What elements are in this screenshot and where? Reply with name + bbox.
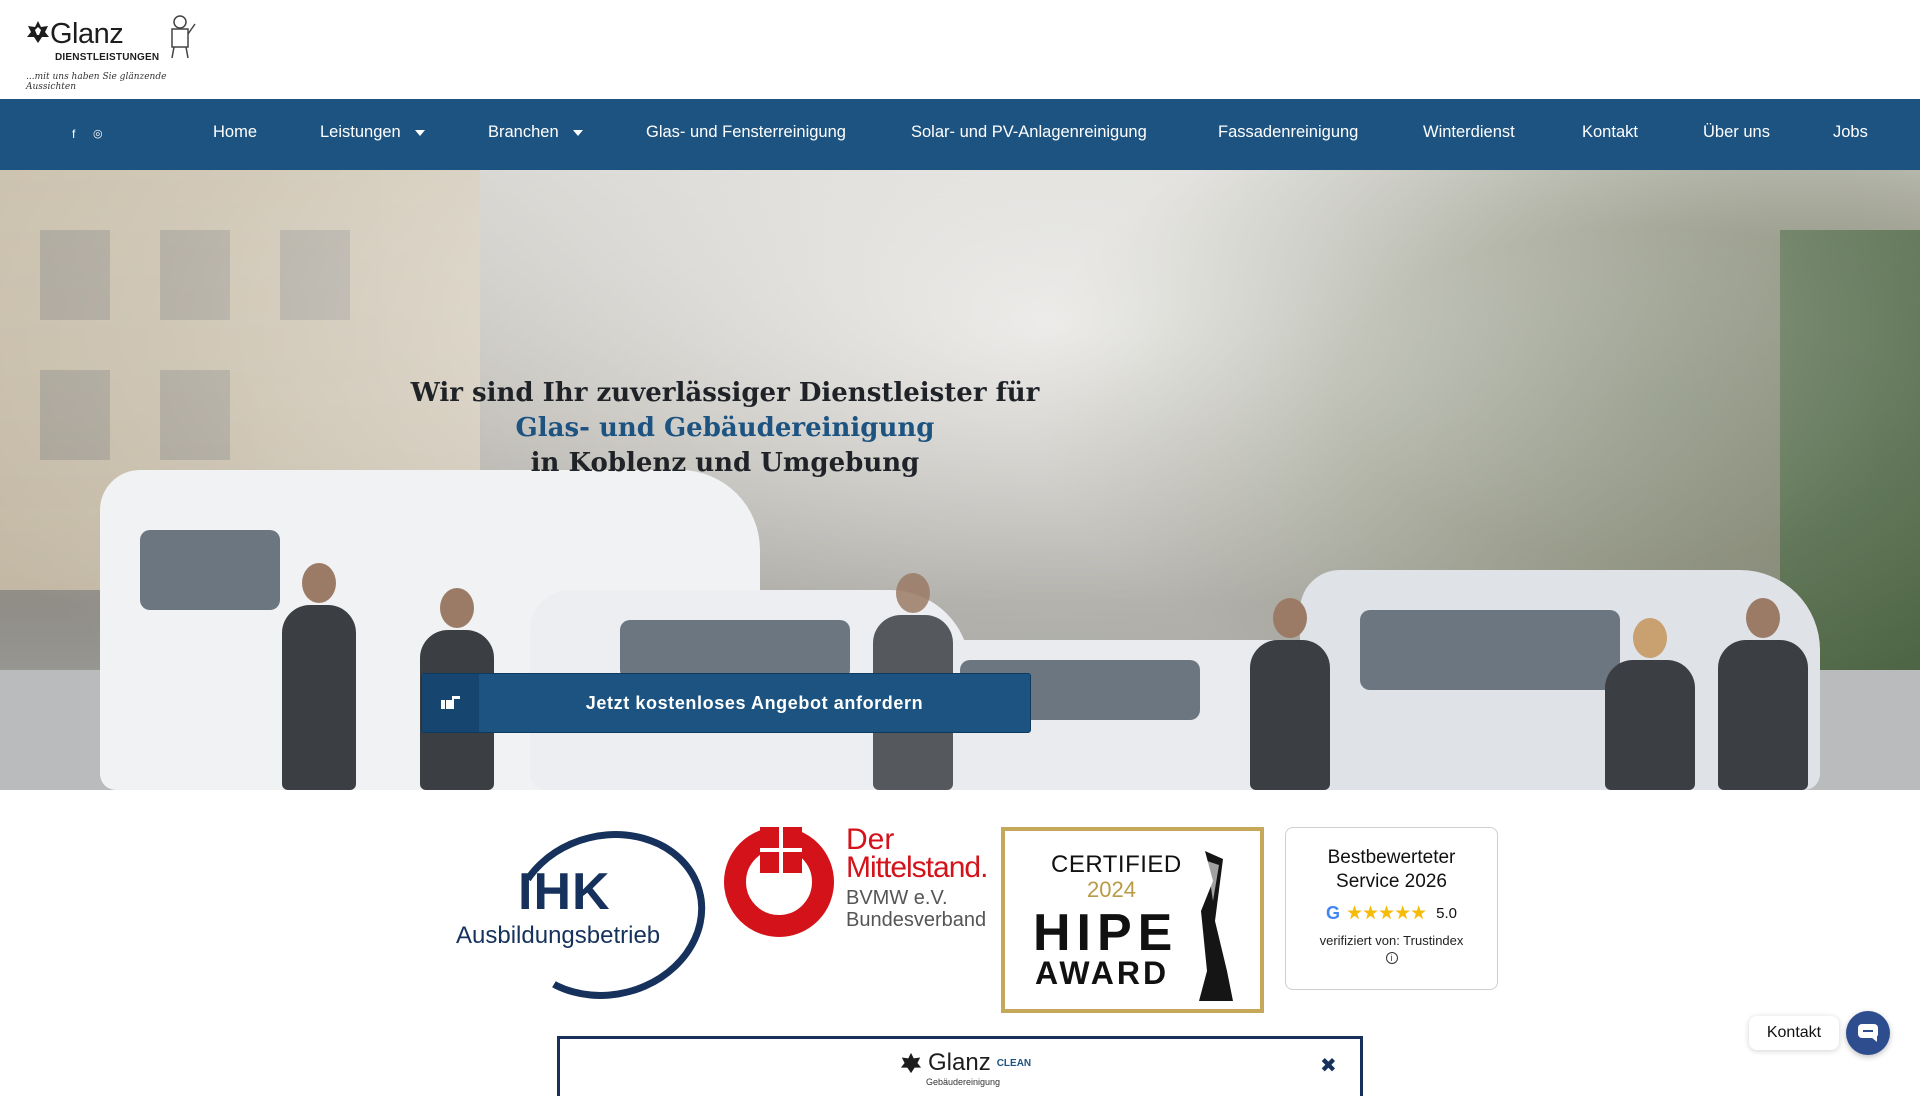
- trustindex-title-line-1: Bestbewerteter: [1327, 847, 1456, 868]
- trustindex-badge[interactable]: Bestbewerteter Service 2026 G ★★★★★ 5.0 …: [1285, 827, 1498, 990]
- request-offer-label: Jetzt kostenloses Angebot anfordern: [585, 692, 924, 713]
- trustindex-title-line-2: Service 2026: [1336, 871, 1447, 892]
- hero-person: [1250, 598, 1330, 790]
- nav-label: Branchen: [488, 123, 559, 141]
- star-rating-icon: ★★★★★: [1345, 903, 1427, 924]
- ihk-badge: IHK Ausbildungsbetrieb: [452, 810, 724, 1020]
- nav-label: Home: [213, 123, 258, 141]
- nav-kontakt[interactable]: Kontakt: [1582, 123, 1638, 142]
- promo-popup: Glanz CLEAN Gebäudereinigung ✖: [557, 1036, 1363, 1096]
- popup-clean: CLEAN: [996, 1057, 1032, 1069]
- site-logo[interactable]: Glanz DIENSTLEISTUNGEN ...mit uns haben …: [26, 12, 206, 92]
- request-offer-button[interactable]: Jetzt kostenloses Angebot anfordern: [421, 673, 1031, 733]
- chat-button[interactable]: [1846, 1011, 1890, 1055]
- kontakt-chip[interactable]: Kontakt: [1749, 1016, 1839, 1050]
- nav-jobs[interactable]: Jobs: [1833, 123, 1868, 142]
- trustindex-title: Bestbewerteter Service 2026: [1286, 846, 1497, 894]
- hero-person: [282, 563, 356, 790]
- nav-home[interactable]: Home: [213, 123, 257, 142]
- instagram-icon[interactable]: ◎: [93, 127, 103, 140]
- hero-headline: Wir sind Ihr zuverlässiger Dienstleister…: [380, 376, 1070, 481]
- nav-label: Solar- und PV-Anlagenreinigung: [911, 123, 1147, 141]
- nav-label: Jobs: [1833, 123, 1868, 141]
- chat-bubble-icon: [1858, 1024, 1878, 1042]
- ihk-title: IHK: [518, 863, 611, 921]
- nav-label: Fassadenreinigung: [1218, 123, 1359, 141]
- google-icon: G: [1325, 903, 1340, 923]
- close-icon[interactable]: ✖: [1320, 1053, 1337, 1078]
- nav-leistungen[interactable]: Leistungen: [320, 123, 425, 142]
- hipe-award: AWARD: [1035, 955, 1170, 991]
- hipe-title: HIPE: [1033, 904, 1179, 962]
- hipe-award-badge: CERTIFIED 2024 HIPE AWARD: [1001, 827, 1264, 1013]
- top-header: Glanz DIENSTLEISTUNGEN ...mit uns haben …: [0, 0, 1920, 99]
- caret-down-icon: [414, 129, 425, 136]
- hero-line-1: Wir sind Ihr zuverlässiger Dienstleister…: [410, 378, 1040, 408]
- nav-label: Leistungen: [320, 123, 401, 141]
- hero-section: Wir sind Ihr zuverlässiger Dienstleister…: [0, 170, 1920, 790]
- logo-brand: Glanz: [50, 18, 124, 50]
- mittelstand-line-2: Mittelstand.: [846, 851, 988, 884]
- nav-label: Kontakt: [1582, 123, 1638, 141]
- popup-brand: Glanz: [928, 1049, 991, 1076]
- caret-down-icon: [572, 129, 583, 136]
- trustindex-verified: verifiziert von: Trustindex: [1319, 933, 1464, 948]
- nav-ueber-uns[interactable]: Über uns: [1703, 123, 1770, 142]
- info-icon[interactable]: i: [1385, 952, 1398, 964]
- facebook-icon[interactable]: f: [72, 127, 75, 141]
- hipe-year: 2024: [1087, 877, 1136, 902]
- nav-label: Über uns: [1703, 123, 1770, 141]
- popup-logo: Glanz CLEAN: [900, 1049, 1031, 1077]
- mittelstand-badge: Der Mittelstand. BVMW e.V. Bundesverband: [724, 825, 990, 939]
- mittelstand-line-3: BVMW e.V.: [846, 887, 948, 909]
- crown-icon: [900, 1052, 922, 1074]
- nav-branchen[interactable]: Branchen: [488, 123, 583, 142]
- rating-score: 5.0: [1436, 905, 1458, 922]
- nav-fassadenreinigung[interactable]: Fassadenreinigung: [1218, 123, 1358, 142]
- hipe-certified: CERTIFIED: [1051, 851, 1182, 878]
- nav-label: Glas- und Fensterreinigung: [646, 123, 846, 141]
- hero-line-3: in Koblenz und Umgebung: [530, 448, 920, 478]
- trustindex-rating: G ★★★★★ 5.0: [1286, 902, 1497, 925]
- logo-tagline: ...mit uns haben Sie glänzende Aussichte…: [26, 72, 167, 92]
- ihk-subtitle: Ausbildungsbetrieb: [456, 922, 661, 949]
- hero-person: [1605, 618, 1695, 790]
- hero-line-2: Glas- und Gebäudereinigung: [515, 413, 935, 443]
- nav-glas-fensterreinigung[interactable]: Glas- und Fensterreinigung: [646, 123, 846, 142]
- crown-icon: [27, 21, 49, 43]
- popup-subtitle: Gebäudereinigung: [926, 1077, 1001, 1087]
- hand-pointing-icon: [422, 674, 479, 732]
- nav-label: Winterdienst: [1423, 123, 1515, 141]
- logo-subtitle: DIENSTLEISTUNGEN: [55, 52, 160, 63]
- mascot-icon: [171, 15, 196, 59]
- main-navigation: f ◎ Home Leistungen Branchen Glas- und F…: [0, 99, 1920, 170]
- hero-person: [1718, 598, 1808, 790]
- mittelstand-line-4: Bundesverband: [846, 909, 987, 931]
- nav-solar-pv[interactable]: Solar- und PV-Anlagenreinigung: [911, 123, 1147, 142]
- trophy-icon: [1199, 851, 1233, 1001]
- nav-winterdienst[interactable]: Winterdienst: [1423, 123, 1515, 142]
